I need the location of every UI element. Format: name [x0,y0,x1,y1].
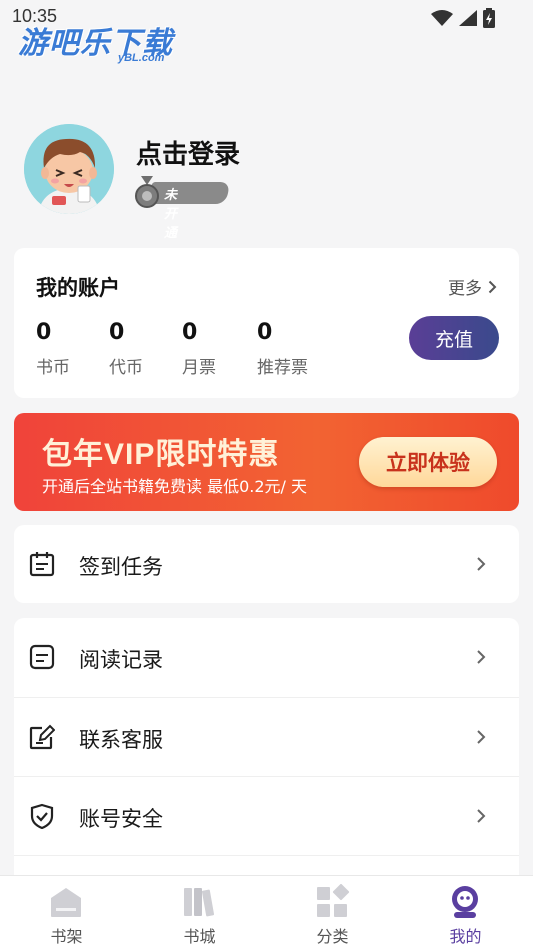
calendar-icon [29,552,55,577]
contact-service-icon [29,724,55,750]
menu-item-label: 账号安全 [79,807,163,831]
tab-category[interactable]: 分类 [266,876,399,948]
stat-label: 月票 [182,358,216,378]
stat-value: 0 [182,320,198,345]
chevron-right-icon [477,557,486,571]
try-now-button[interactable]: 立即体验 [359,437,497,487]
tab-bookstore[interactable]: 书城 [133,876,266,948]
watermark-logo: 游吧乐下载 yBL.com [18,27,173,64]
avatar-cartoon-icon [24,124,114,214]
stat-label: 推荐票 [257,358,308,378]
category-icon [317,884,350,917]
profile-header: 点击登录 未开通 [24,124,504,241]
status-icons [431,8,495,28]
vip-banner-subtitle: 开通后全站书籍免费读 最低0.2元/ 天 [42,477,308,496]
stat-label: 书币 [36,358,70,378]
battery-icon [483,8,495,28]
reading-record-icon [29,644,55,670]
settings-menu: 阅读记录 联系客服 账号安全 [14,618,519,875]
bookshelf-icon [51,888,81,917]
stat-label: 代币 [109,358,143,378]
menu-item-reading-record[interactable]: 阅读记录 [14,618,519,697]
tab-label: 书城 [183,927,216,946]
tab-mine[interactable]: 我的 [399,876,532,948]
account-more-link[interactable]: 更多 [448,274,497,299]
stat-value: 0 [109,320,125,345]
stat-value: 0 [257,320,273,345]
chevron-right-icon [477,650,486,664]
tab-bookshelf[interactable]: 书架 [0,876,133,948]
avatar[interactable] [24,124,114,214]
check-in-task-label: 签到任务 [79,555,163,579]
tab-label: 书架 [50,927,83,946]
chevron-right-icon [477,730,486,744]
check-in-task-row[interactable]: 签到任务 [14,525,519,603]
stat-monthly-tickets[interactable]: 0 月票 [182,320,216,378]
chevron-right-icon [477,809,486,823]
stat-recommend-tickets[interactable]: 0 推荐票 [257,320,308,378]
menu-item-label: 联系客服 [79,728,163,752]
account-card: 我的账户 更多 0 书币 0 代币 0 月票 0 推荐票 充值 [14,248,519,398]
menu-item-account-security[interactable]: 账号安全 [14,777,519,856]
menu-item-contact-service[interactable]: 联系客服 [14,698,519,777]
account-more-label: 更多 [448,279,482,299]
vip-banner-title: 包年VIP限时特惠 [42,438,280,471]
mine-icon [452,886,478,918]
tab-label: 分类 [316,927,349,946]
wifi-icon [431,10,453,26]
divider [14,855,519,856]
stat-book-coins[interactable]: 0 书币 [36,320,70,378]
recharge-button[interactable]: 充值 [409,316,499,360]
vip-promo-banner[interactable]: 包年VIP限时特惠 开通后全站书籍免费读 最低0.2元/ 天 立即体验 [14,413,519,511]
signal-icon [459,10,477,26]
login-link[interactable]: 点击登录 [136,134,240,171]
shield-check-icon [30,803,54,829]
menu-item-label: 阅读记录 [79,648,163,672]
chevron-right-icon [488,280,497,293]
medal-icon [135,176,159,208]
stat-value: 0 [36,320,52,345]
stat-tokens[interactable]: 0 代币 [109,320,143,378]
bookstore-icon [184,888,215,917]
account-title: 我的账户 [36,276,120,300]
menu-row: 签到任务 [14,525,519,604]
bottom-tab-bar: 书架 书城 分类 我的 [0,875,533,948]
tab-label: 我的 [449,927,482,946]
member-badge-label: 未开通 [164,188,178,241]
